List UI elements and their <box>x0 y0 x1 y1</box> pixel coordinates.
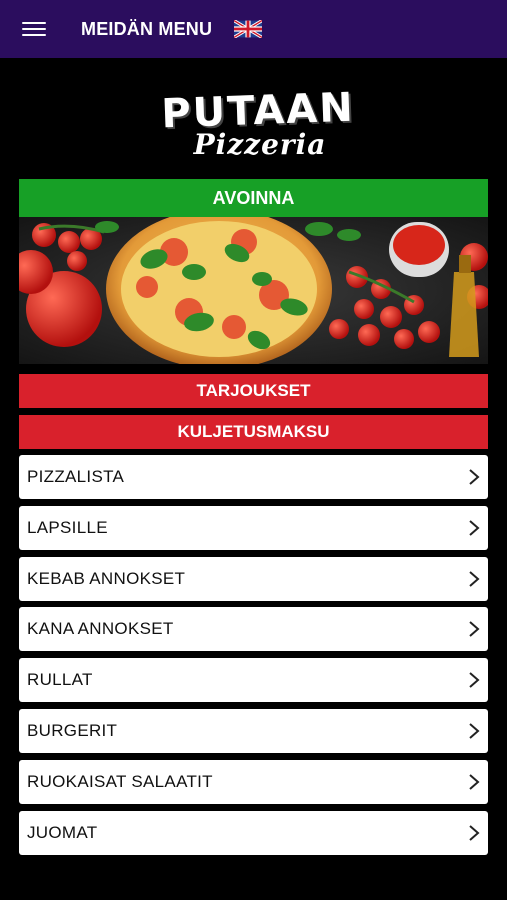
chevron-right-icon <box>469 621 480 638</box>
menu-category-list: PIZZALISTA LAPSILLE KEBAB ANNOKSET KANA … <box>19 455 488 861</box>
menu-item-rullat[interactable]: RULLAT <box>19 658 488 703</box>
hamburger-icon[interactable] <box>22 22 46 38</box>
chevron-right-icon <box>469 774 480 790</box>
chevron-right-icon <box>469 469 480 485</box>
menu-item-label: PIZZALISTA <box>27 467 125 486</box>
open-status-banner: AVOINNA <box>19 179 488 217</box>
menu-item-lapsille[interactable]: LAPSILLE <box>19 505 488 550</box>
chevron-right-icon <box>469 520 480 536</box>
menu-item-kana-annokset[interactable]: KANA ANNOKSET <box>19 607 488 652</box>
menu-item-label: KANA ANNOKSET <box>27 619 174 639</box>
logo-subtitle: Pizzeria <box>193 128 327 161</box>
offers-button[interactable]: TARJOUKSET <box>19 374 488 408</box>
delivery-fee-button[interactable]: KULJETUSMAKSU <box>19 415 488 449</box>
menu-item-label: RUOKAISAT SALAATIT <box>27 771 213 791</box>
chevron-right-icon <box>469 570 480 587</box>
menu-item-label: JUOMAT <box>27 822 98 842</box>
menu-item-juomat[interactable]: JUOMAT <box>19 810 488 855</box>
menu-item-kebab-annokset[interactable]: KEBAB ANNOKSET <box>19 556 488 601</box>
menu-item-label: LAPSILLE <box>27 517 108 537</box>
menu-item-label: KEBAB ANNOKSET <box>27 568 186 588</box>
menu-item-ruokaisat-salaatit[interactable]: RUOKAISAT SALAATIT <box>19 759 488 804</box>
menu-item-pizzalista[interactable]: PIZZALISTA <box>19 455 488 499</box>
chevron-right-icon <box>469 723 480 739</box>
menu-item-label: BURGERIT <box>27 720 118 740</box>
restaurant-logo: PUTAAN Pizzeria <box>130 85 380 161</box>
page-title: MEIDÄN MENU <box>81 19 213 39</box>
top-app-bar: MEIDÄN MENU <box>0 0 507 58</box>
uk-flag-icon[interactable] <box>234 20 262 38</box>
chevron-right-icon <box>469 824 480 841</box>
chevron-right-icon <box>469 672 480 688</box>
menu-item-burgerit[interactable]: BURGERIT <box>19 708 488 753</box>
menu-item-label: RULLAT <box>27 670 93 690</box>
pizza-hero-image <box>19 217 488 364</box>
